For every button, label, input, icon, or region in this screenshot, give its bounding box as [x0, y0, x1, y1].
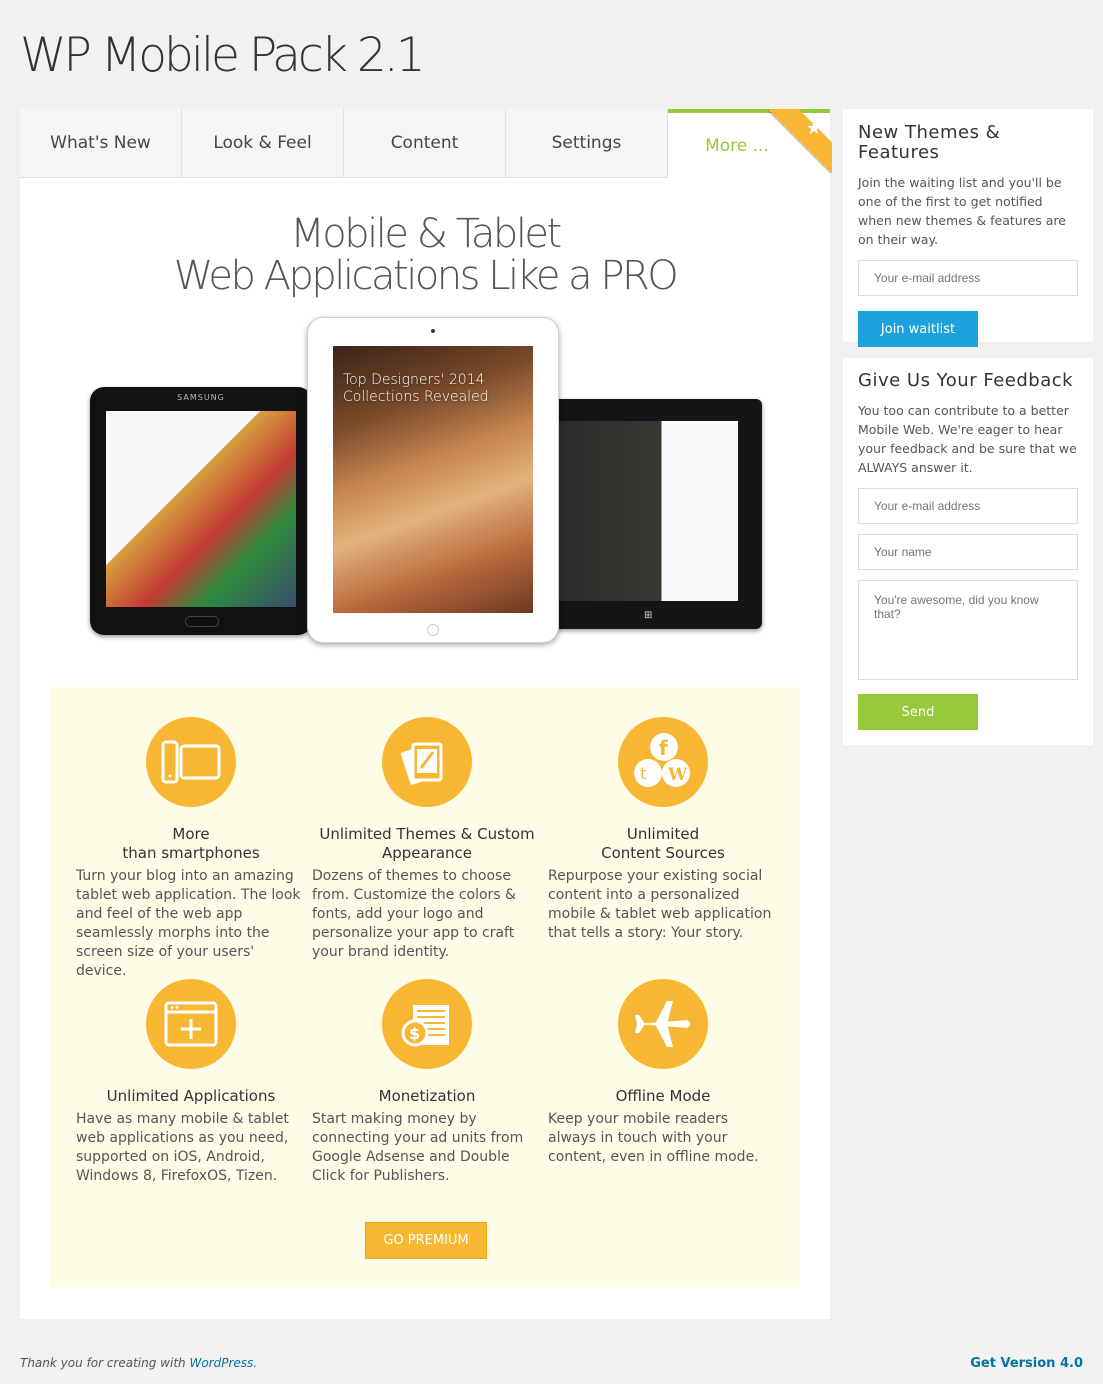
main-panel: What's New Look & Feel Content Settings …: [20, 109, 832, 1319]
feature-monetization: $ Monetization Start making money by con…: [312, 979, 542, 1186]
feature-title: Unlimited Content Sources: [601, 825, 725, 862]
tab-content[interactable]: Content: [344, 109, 506, 177]
feature-unlimited-themes: Unlimited Themes & Custom Appearance Doze…: [312, 717, 542, 962]
tab-look-and-feel[interactable]: Look & Feel: [182, 109, 344, 177]
tab-settings[interactable]: Settings: [506, 109, 668, 177]
footer-thanks: Thank you for creating with WordPress.: [20, 1356, 258, 1370]
feedback-name-input[interactable]: [858, 534, 1078, 570]
feature-unlimited-content-sources: ft W Unlimited Content Sources Repurpose y…: [548, 717, 778, 943]
go-premium-button[interactable]: GO PREMIUM: [365, 1222, 487, 1259]
feature-text: Turn your blog into an amazing tablet we…: [76, 868, 301, 979]
svg-text:$: $: [409, 1024, 420, 1043]
ipad-image: Top Designers' 2014 Collections Revealed: [307, 317, 559, 643]
get-version-link[interactable]: Get Version 4.0: [970, 1356, 1083, 1371]
feature-text: Keep your mobile readers always in touch…: [548, 1111, 759, 1165]
svg-text:t: t: [640, 764, 646, 783]
waitlist-box: New Themes & Features Join the waiting l…: [843, 109, 1093, 347]
tab-more-label: More ...: [705, 135, 769, 156]
feature-title: Monetization: [378, 1087, 476, 1105]
feature-text: Repurpose your existing social content i…: [548, 868, 772, 941]
waitlist-title: New Themes & Features: [858, 122, 1001, 163]
airplane-icon: [618, 979, 708, 1069]
feedback-box: Give Us Your Feedback You too can contri…: [843, 358, 1093, 745]
feature-text: Have as many mobile & tablet web applica…: [76, 1111, 289, 1184]
windows-tablet-image: ⊞: [540, 399, 762, 629]
feature-offline-mode: Offline Mode Keep your mobile readers al…: [548, 979, 778, 1167]
hero-title-line-2: Web Applications Like a PRO: [173, 253, 679, 299]
windows-logo-icon: ⊞: [644, 610, 653, 621]
feature-title: Unlimited Themes & Custom Appearance: [319, 825, 535, 862]
themes-icon: [382, 717, 472, 807]
svg-text:W: W: [667, 765, 688, 785]
social-sources-icon: ft W: [618, 717, 708, 807]
feedback-email-input[interactable]: [858, 488, 1078, 524]
money-icon: $: [382, 979, 472, 1069]
svg-text:f: f: [659, 736, 668, 760]
tab-whats-new[interactable]: What's New: [20, 109, 182, 177]
feature-title: More than smartphones: [122, 825, 260, 862]
feature-more-than-smartphones: More than smartphones Turn your blog into…: [76, 717, 306, 981]
star-icon: ★: [805, 118, 822, 139]
waitlist-text: Join the waiting list and you'll be one …: [858, 175, 1066, 247]
tablet-icon: [146, 717, 236, 807]
hero-title-line-1: Mobile & Tablet: [290, 211, 562, 257]
feedback-message-input[interactable]: [858, 580, 1078, 680]
devices-illustration: SAMSUNG ⊞ Top Designers' 2014 Collection…: [90, 317, 762, 645]
feature-text: Start making money by connecting your ad…: [312, 1111, 524, 1184]
ipad-headline: Top Designers' 2014 Collections Revealed: [343, 372, 489, 405]
join-waitlist-button[interactable]: Join waitlist: [858, 311, 978, 347]
waitlist-email-input[interactable]: [858, 260, 1078, 296]
page-title: WP Mobile Pack 2.1: [20, 28, 426, 83]
tablet-brand-label: SAMSUNG: [177, 393, 225, 402]
feature-text: Dozens of themes to choose from. Customi…: [312, 868, 516, 960]
premium-ribbon: ★: [768, 109, 832, 173]
android-tablet-image: SAMSUNG: [90, 387, 312, 635]
features-panel: More than smartphones Turn your blog into…: [50, 687, 800, 1287]
hero-title: Mobile & Tablet Web Applications Like a …: [20, 213, 830, 297]
send-feedback-button[interactable]: Send: [858, 694, 978, 730]
tab-bar: What's New Look & Feel Content Settings …: [20, 109, 832, 178]
wordpress-link[interactable]: WordPress: [189, 1356, 253, 1370]
feedback-title: Give Us Your Feedback: [858, 370, 1074, 391]
tab-more[interactable]: More ... ★: [668, 109, 832, 178]
feature-title: Offline Mode: [615, 1087, 711, 1105]
add-window-icon: [146, 979, 236, 1069]
feature-unlimited-applications: Unlimited Applications Have as many mobi…: [76, 979, 306, 1186]
feature-title: Unlimited Applications: [106, 1087, 276, 1105]
feedback-text: You too can contribute to a better Mobil…: [858, 403, 1077, 475]
